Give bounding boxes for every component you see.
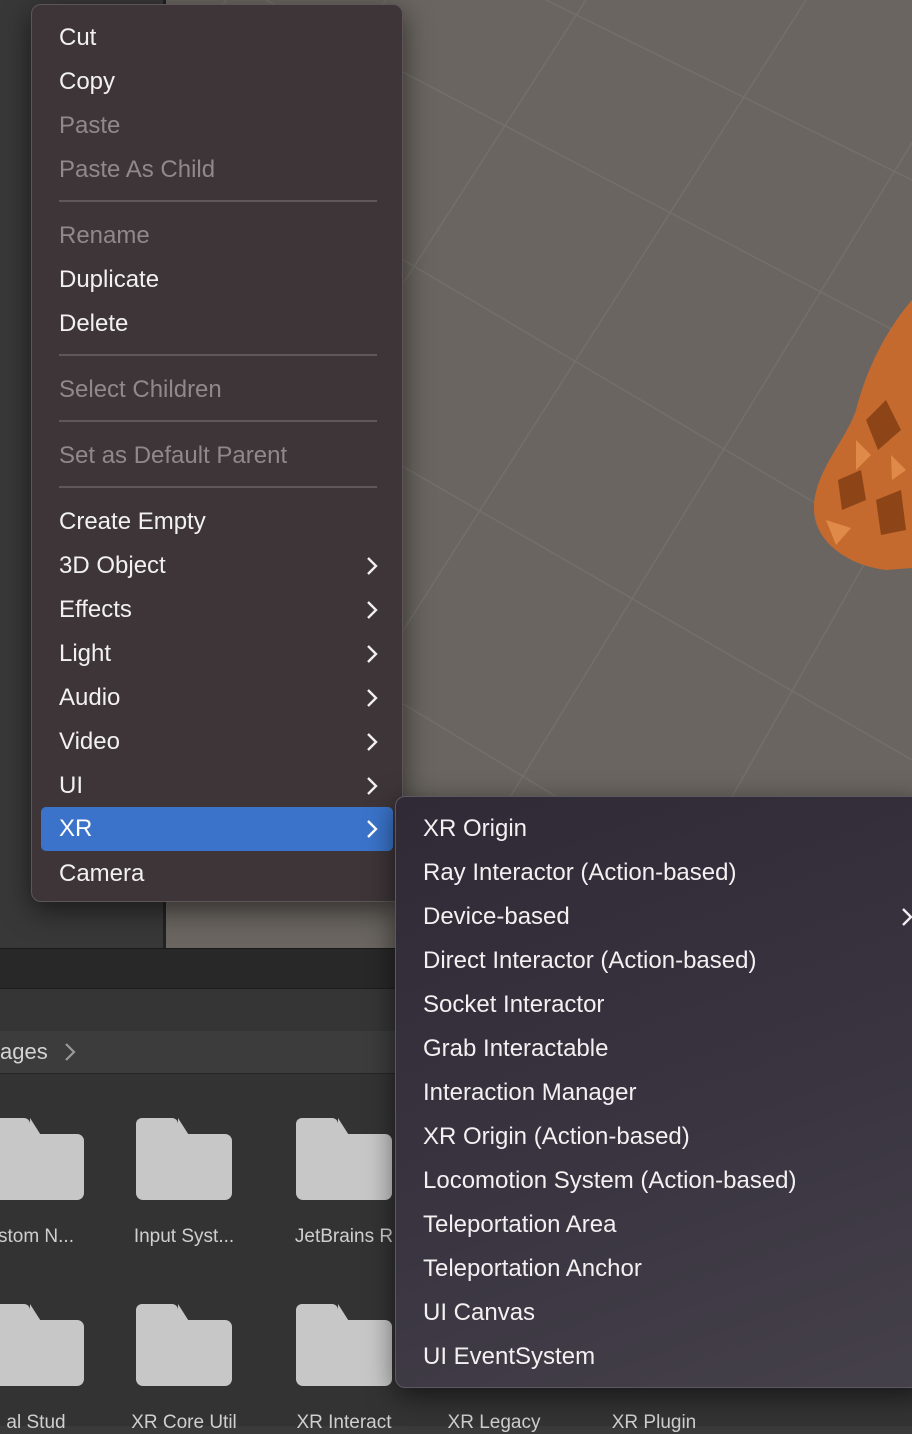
- submenu-item-grab-interactable[interactable]: Grab Interactable: [404, 1027, 912, 1071]
- chevron-right-icon: [367, 601, 378, 619]
- submenu-item-direct-interactor[interactable]: Direct Interactor (Action-based): [404, 939, 912, 983]
- folder-icon: [296, 1304, 392, 1386]
- breadcrumb-item[interactable]: ages: [0, 1031, 48, 1073]
- submenu-item-label: XR Origin (Action-based): [423, 1123, 690, 1150]
- menu-item-label: Video: [59, 728, 120, 755]
- submenu-item-socket-interactor[interactable]: Socket Interactor: [404, 983, 912, 1027]
- submenu-item-label: Grab Interactable: [423, 1035, 609, 1062]
- submenu-item-interaction-manager[interactable]: Interaction Manager: [404, 1071, 912, 1115]
- submenu-item-ray-interactor[interactable]: Ray Interactor (Action-based): [404, 851, 912, 895]
- menu-item-3d-object[interactable]: 3D Object: [41, 544, 393, 588]
- chevron-right-icon: [367, 733, 378, 751]
- submenu-item-label: UI EventSystem: [423, 1343, 596, 1370]
- menu-item-label: Light: [59, 640, 112, 667]
- folder-label: XR Plugin: [611, 1412, 697, 1433]
- menu-item-copy[interactable]: Copy: [41, 60, 393, 104]
- submenu-item-label: Socket Interactor: [423, 991, 605, 1018]
- menu-item-camera[interactable]: Camera: [41, 852, 393, 896]
- orange-model: [813, 300, 912, 570]
- folder-label: XR Core Util: [131, 1412, 237, 1433]
- menu-item-label: Camera: [59, 860, 145, 887]
- menu-item-light[interactable]: Light: [41, 632, 393, 676]
- folder-icon: [0, 1118, 84, 1200]
- chevron-right-icon: [367, 645, 378, 663]
- folder-icon: [136, 1118, 232, 1200]
- menu-item-duplicate[interactable]: Duplicate: [41, 258, 393, 302]
- menu-item-cut[interactable]: Cut: [41, 16, 393, 60]
- menu-item-paste-as-child[interactable]: Paste As Child: [41, 148, 393, 192]
- submenu-item-ui-canvas[interactable]: UI Canvas: [404, 1291, 912, 1335]
- folder-icon: [136, 1304, 232, 1386]
- submenu-item-label: Locomotion System (Action-based): [423, 1167, 797, 1194]
- submenu-item-locomotion-system[interactable]: Locomotion System (Action-based): [404, 1159, 912, 1203]
- menu-item-select-children[interactable]: Select Children: [41, 368, 393, 412]
- submenu-item-device-based[interactable]: Device-based: [404, 895, 912, 939]
- hierarchy-context-menu: Cut Copy Paste Paste As Child Rename Dup…: [31, 4, 403, 902]
- menu-item-delete[interactable]: Delete: [41, 302, 393, 346]
- submenu-item-teleportation-anchor[interactable]: Teleportation Anchor: [404, 1247, 912, 1291]
- menu-item-label: 3D Object: [59, 552, 166, 579]
- menu-item-label: Rename: [59, 222, 150, 249]
- submenu-item-ui-eventsystem[interactable]: UI EventSystem: [404, 1335, 912, 1379]
- menu-item-paste[interactable]: Paste: [41, 104, 393, 148]
- folder-label: XR Interact: [296, 1412, 392, 1433]
- submenu-item-xr-origin-action-based[interactable]: XR Origin (Action-based): [404, 1115, 912, 1159]
- menu-item-xr[interactable]: XR: [41, 807, 393, 851]
- menu-separator: [59, 486, 377, 488]
- chevron-right-icon: [367, 820, 378, 838]
- menu-item-label: XR: [59, 815, 93, 842]
- menu-separator: [59, 200, 377, 202]
- menu-item-set-default-parent[interactable]: Set as Default Parent: [41, 434, 393, 478]
- menu-separator: [59, 354, 377, 356]
- submenu-item-label: Ray Interactor (Action-based): [423, 859, 737, 886]
- menu-item-video[interactable]: Video: [41, 720, 393, 764]
- submenu-item-label: Interaction Manager: [423, 1079, 637, 1106]
- folder-label: Input Syst...: [133, 1226, 235, 1247]
- menu-item-label: Delete: [59, 310, 129, 337]
- submenu-item-xr-origin[interactable]: XR Origin: [404, 807, 912, 851]
- chevron-right-icon: [367, 557, 378, 575]
- submenu-item-label: Device-based: [423, 903, 570, 930]
- folder-icon: [296, 1118, 392, 1200]
- submenu-item-label: Teleportation Area: [423, 1211, 617, 1238]
- menu-item-label: Paste As Child: [59, 156, 216, 183]
- menu-item-audio[interactable]: Audio: [41, 676, 393, 720]
- menu-item-ui[interactable]: UI: [41, 764, 393, 808]
- folder-label: JetBrains R: [294, 1226, 394, 1247]
- menu-item-label: Cut: [59, 24, 97, 51]
- folder-label: al Stud: [6, 1412, 66, 1433]
- chevron-right-icon: [367, 689, 378, 707]
- folder-label: XR Legacy: [447, 1412, 541, 1433]
- menu-item-label: Effects: [59, 596, 132, 623]
- submenu-item-label: XR Origin: [423, 815, 528, 842]
- xr-submenu: XR Origin Ray Interactor (Action-based) …: [395, 796, 912, 1388]
- menu-item-label: Select Children: [59, 376, 222, 403]
- menu-item-create-empty[interactable]: Create Empty: [41, 500, 393, 544]
- menu-item-label: Paste: [59, 112, 121, 139]
- menu-item-label: Audio: [59, 684, 121, 711]
- submenu-item-teleportation-area[interactable]: Teleportation Area: [404, 1203, 912, 1247]
- chevron-right-icon: [367, 777, 378, 795]
- submenu-item-label: UI Canvas: [423, 1299, 536, 1326]
- chevron-right-icon: [65, 1043, 76, 1061]
- submenu-item-label: Direct Interactor (Action-based): [423, 947, 757, 974]
- menu-item-label: Create Empty: [59, 508, 206, 535]
- menu-item-label: Set as Default Parent: [59, 442, 288, 469]
- menu-item-rename[interactable]: Rename: [41, 214, 393, 258]
- menu-item-label: Duplicate: [59, 266, 160, 293]
- menu-separator: [59, 420, 377, 422]
- folder-label: stom N...: [0, 1226, 74, 1247]
- folder-icon: [0, 1304, 84, 1386]
- menu-item-effects[interactable]: Effects: [41, 588, 393, 632]
- chevron-right-icon: [902, 908, 912, 926]
- submenu-item-label: Teleportation Anchor: [423, 1255, 642, 1282]
- menu-item-label: UI: [59, 772, 83, 799]
- menu-item-label: Copy: [59, 68, 116, 95]
